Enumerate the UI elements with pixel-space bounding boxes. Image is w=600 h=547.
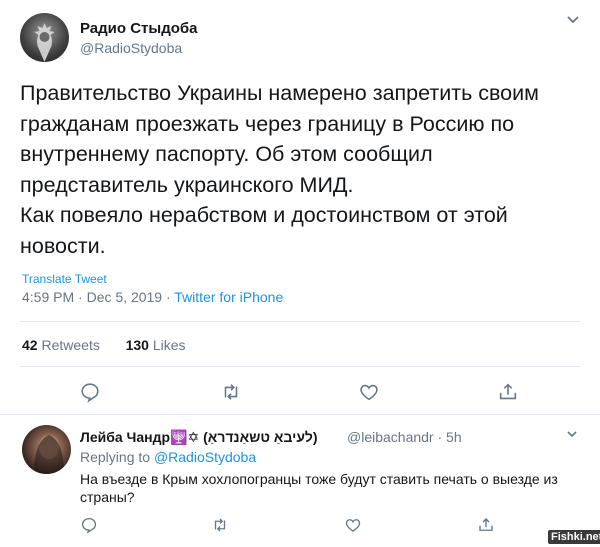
reply-icon[interactable] xyxy=(80,516,98,534)
like-icon[interactable] xyxy=(344,516,362,534)
author-display-name[interactable]: Радио Стыдоба xyxy=(80,20,198,37)
retweets-count: 42 xyxy=(22,337,38,353)
reply-icon[interactable] xyxy=(79,381,101,403)
likes-stat[interactable]: 130 Likes xyxy=(126,337,186,353)
author-avatar[interactable] xyxy=(20,13,69,62)
meta-separator: · xyxy=(78,289,87,305)
chevron-down-icon[interactable] xyxy=(566,427,578,442)
reply-text: На въезде в Крым хохлопогранцы тоже буду… xyxy=(80,471,558,505)
tweet-time[interactable]: 4:59 PM xyxy=(22,289,74,305)
retweets-stat[interactable]: 42 Retweets xyxy=(22,337,100,353)
watermark: Fishki.net xyxy=(548,530,600,544)
share-icon[interactable] xyxy=(497,381,519,403)
share-icon[interactable] xyxy=(477,516,495,534)
like-icon[interactable] xyxy=(358,381,380,403)
likes-count: 130 xyxy=(125,337,149,353)
retweet-icon[interactable] xyxy=(220,381,242,403)
replying-to: Replying to @RadioStydoba xyxy=(80,449,256,465)
divider xyxy=(20,321,580,322)
reply-handle-time[interactable]: @leibachandr · 5h xyxy=(347,429,462,445)
likes-label: Likes xyxy=(152,337,186,353)
translate-tweet-link[interactable]: Translate Tweet xyxy=(22,272,107,286)
divider xyxy=(20,366,580,367)
tweet-stats: 42 Retweets 130 Likes xyxy=(22,337,186,353)
author-handle[interactable]: @RadioStydoba xyxy=(80,40,182,56)
reply-author-avatar[interactable] xyxy=(22,425,71,474)
tweet-source[interactable]: Twitter for iPhone xyxy=(174,289,283,305)
tweet-meta: 4:59 PM · Dec 5, 2019 · Twitter for iPho… xyxy=(22,289,283,305)
reply-display-name[interactable]: Лейба Чандр🕎✡ (לעיבאַ טשאַנדראַ) xyxy=(80,429,318,446)
retweets-label: Retweets xyxy=(41,337,100,353)
chevron-down-icon[interactable] xyxy=(566,12,580,28)
retweet-icon[interactable] xyxy=(211,516,229,534)
tweet-text: Правительство Украины намерено запретить… xyxy=(20,81,539,258)
tweet-card: Радио Стыдоба @RadioStydoba Правительств… xyxy=(0,0,600,547)
tweet-date[interactable]: Dec 5, 2019 xyxy=(87,289,163,305)
replying-to-handle[interactable]: @RadioStydoba xyxy=(154,449,256,465)
replying-prefix: Replying to xyxy=(80,449,151,465)
divider xyxy=(0,414,600,415)
